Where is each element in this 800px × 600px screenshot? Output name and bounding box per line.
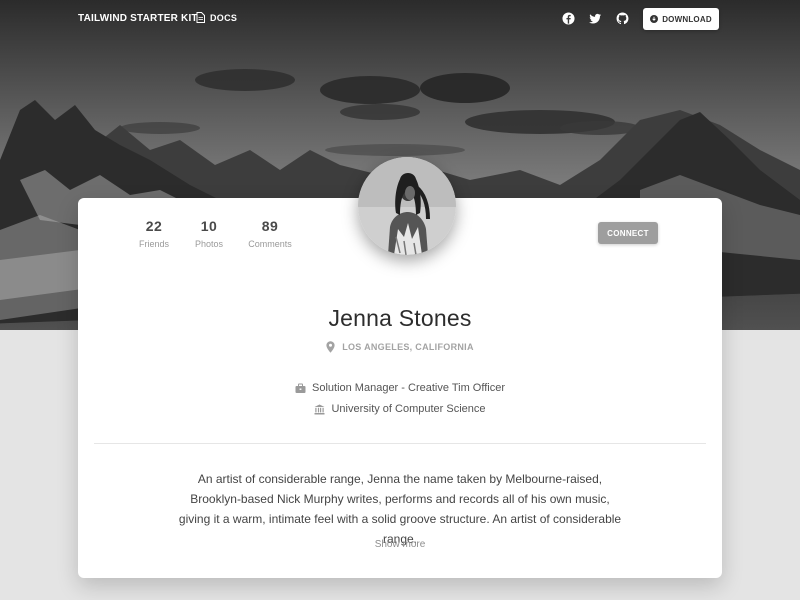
docs-label: DOCS <box>210 12 238 23</box>
twitter-icon <box>588 13 601 24</box>
show-more-link[interactable]: Show more <box>78 539 722 550</box>
briefcase-icon <box>295 383 306 393</box>
top-navbar: TAILWIND STARTER KIT DOCS DOWNLOAD <box>0 0 800 38</box>
profile-job: Solution Manager - Creative Tim Officer <box>78 382 722 394</box>
avatar-photo <box>358 157 456 255</box>
stat-value: 22 <box>145 218 163 234</box>
facebook-link[interactable] <box>561 11 575 25</box>
stat-comments: 89 Comments <box>240 218 300 249</box>
profile-card: 22 Friends 10 Photos 89 Comments CONNECT… <box>78 198 722 578</box>
profile-bio: An artist of considerable range, Jenna t… <box>178 472 622 546</box>
stat-photos: 10 Photos <box>179 218 239 249</box>
download-icon <box>650 15 659 23</box>
github-link[interactable] <box>615 11 629 25</box>
job-title: Solution Manager - Creative Tim Officer <box>312 382 505 394</box>
stat-value: 10 <box>200 218 218 234</box>
download-button[interactable]: DOWNLOAD <box>643 8 719 30</box>
stat-label: Comments <box>248 239 292 249</box>
docs-link[interactable]: DOCS <box>196 12 237 23</box>
twitter-link[interactable] <box>588 11 602 25</box>
download-label: DOWNLOAD <box>662 14 712 24</box>
connect-button[interactable]: CONNECT <box>598 222 658 244</box>
profile-name: Jenna Stones <box>328 305 472 331</box>
github-icon <box>616 12 628 24</box>
map-marker-icon <box>326 341 335 353</box>
location-text: LOS ANGELES, CALIFORNIA <box>342 342 474 352</box>
stat-label: Photos <box>194 239 224 249</box>
profile-location: LOS ANGELES, CALIFORNIA <box>78 341 722 353</box>
stat-value: 89 <box>261 218 279 234</box>
section-divider <box>94 443 706 444</box>
facebook-icon <box>561 11 575 25</box>
brand-link[interactable]: TAILWIND STARTER KIT <box>78 13 198 24</box>
profile-avatar <box>358 157 456 255</box>
stat-friends: 22 Friends <box>124 218 184 249</box>
profile-education: University of Computer Science <box>78 403 722 415</box>
document-icon <box>196 12 205 23</box>
education-text: University of Computer Science <box>331 403 486 415</box>
stat-label: Friends <box>138 239 169 249</box>
university-icon <box>314 404 325 414</box>
